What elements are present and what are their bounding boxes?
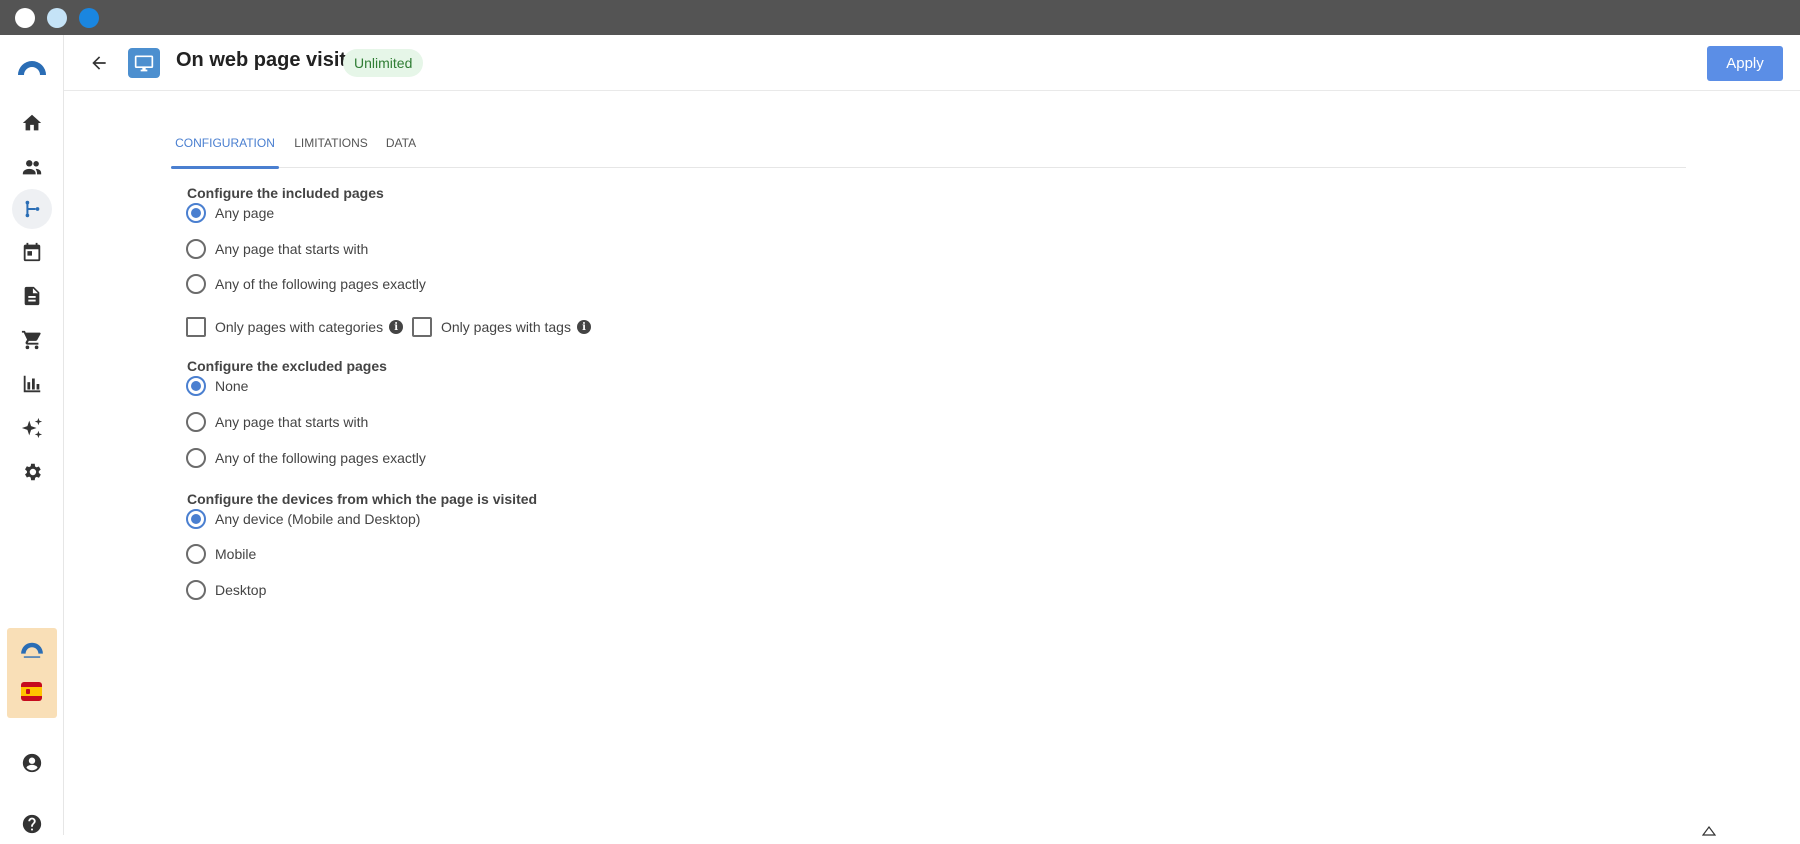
radio-button[interactable] bbox=[186, 448, 206, 468]
device-option-desktop[interactable]: Desktop bbox=[186, 579, 266, 601]
device-option-any[interactable]: Any device (Mobile and Desktop) bbox=[186, 508, 420, 530]
spain-flag-icon bbox=[21, 682, 42, 701]
tab-configuration[interactable]: CONFIGURATION bbox=[171, 128, 279, 168]
arrow-left-icon bbox=[92, 56, 106, 70]
included-option-starts-with[interactable]: Any page that starts with bbox=[186, 238, 368, 260]
people-icon[interactable] bbox=[12, 147, 52, 187]
page-title: On web page visit bbox=[176, 49, 347, 71]
option-label: Any of the following pages exactly bbox=[215, 276, 426, 292]
radio-button[interactable] bbox=[186, 274, 206, 294]
bar-chart-icon[interactable] bbox=[12, 364, 52, 404]
radio-button[interactable] bbox=[186, 203, 206, 223]
radio-button[interactable] bbox=[186, 412, 206, 432]
excluded-option-none[interactable]: None bbox=[186, 375, 248, 397]
included-pages-title: Configure the included pages bbox=[187, 185, 384, 201]
radio-button[interactable] bbox=[186, 580, 206, 600]
option-label: Desktop bbox=[215, 582, 267, 598]
home-icon[interactable] bbox=[12, 103, 52, 143]
option-label: Any page bbox=[215, 205, 275, 221]
gear-icon[interactable] bbox=[12, 452, 52, 492]
tab-bar: CONFIGURATION LIMITATIONS DATA bbox=[171, 128, 1686, 169]
radio-button[interactable] bbox=[186, 509, 206, 529]
sparkle-icon[interactable] bbox=[12, 408, 52, 448]
excluded-option-starts-with[interactable]: Any page that starts with bbox=[186, 411, 368, 433]
radio-button[interactable] bbox=[186, 544, 206, 564]
logo-icon[interactable] bbox=[12, 47, 52, 87]
brand-logo-icon bbox=[21, 642, 43, 658]
option-label: Any of the following pages exactly bbox=[215, 450, 426, 466]
back-button[interactable] bbox=[84, 48, 114, 78]
option-label: Any page that starts with bbox=[215, 241, 369, 257]
excluded-option-exact-pages[interactable]: Any of the following pages exactly bbox=[186, 447, 426, 469]
included-option-exact-pages[interactable]: Any of the following pages exactly bbox=[186, 273, 426, 295]
devices-title: Configure the devices from which the pag… bbox=[187, 491, 538, 507]
option-label: Only pages with categories bbox=[215, 319, 384, 335]
window-minimize-button[interactable] bbox=[47, 8, 67, 28]
account-icon[interactable] bbox=[12, 743, 52, 783]
option-label: Any device (Mobile and Desktop) bbox=[215, 511, 421, 527]
workflow-icon[interactable] bbox=[12, 189, 52, 229]
document-icon[interactable] bbox=[12, 276, 52, 316]
info-icon[interactable]: i bbox=[389, 320, 404, 334]
device-option-mobile[interactable]: Mobile bbox=[186, 543, 256, 565]
tab-data[interactable]: DATA bbox=[376, 128, 426, 168]
active-tab-indicator bbox=[171, 166, 279, 169]
info-icon[interactable]: i bbox=[576, 320, 591, 334]
brand-panel[interactable] bbox=[7, 628, 57, 718]
checkbox[interactable] bbox=[186, 317, 206, 337]
window-titlebar bbox=[0, 0, 1800, 35]
option-label: Any page that starts with bbox=[215, 414, 369, 430]
calendar-icon[interactable] bbox=[12, 232, 52, 272]
radio-button[interactable] bbox=[186, 239, 206, 259]
excluded-pages-title: Configure the excluded pages bbox=[187, 358, 387, 374]
tab-limitations[interactable]: LIMITATIONS bbox=[283, 128, 379, 168]
checkbox[interactable] bbox=[412, 317, 432, 337]
option-label: Only pages with tags bbox=[441, 319, 571, 335]
sidebar bbox=[0, 35, 64, 835]
window-close-button[interactable] bbox=[15, 8, 35, 28]
status-badge: Unlimited bbox=[343, 49, 424, 77]
included-option-any-page[interactable]: Any page bbox=[186, 202, 274, 224]
page-header: On web page visit Unlimited Apply bbox=[64, 35, 1800, 91]
monitor-icon bbox=[128, 48, 160, 78]
radio-button[interactable] bbox=[186, 376, 206, 396]
filter-tags[interactable]: Only pages with tags i bbox=[412, 316, 591, 338]
filter-categories[interactable]: Only pages with categories i bbox=[186, 316, 404, 338]
option-label: None bbox=[215, 378, 249, 394]
cart-icon[interactable] bbox=[12, 320, 52, 360]
apply-button[interactable]: Apply bbox=[1707, 46, 1783, 81]
help-icon[interactable] bbox=[12, 804, 52, 844]
option-label: Mobile bbox=[215, 546, 257, 562]
window-maximize-button[interactable] bbox=[79, 8, 99, 28]
